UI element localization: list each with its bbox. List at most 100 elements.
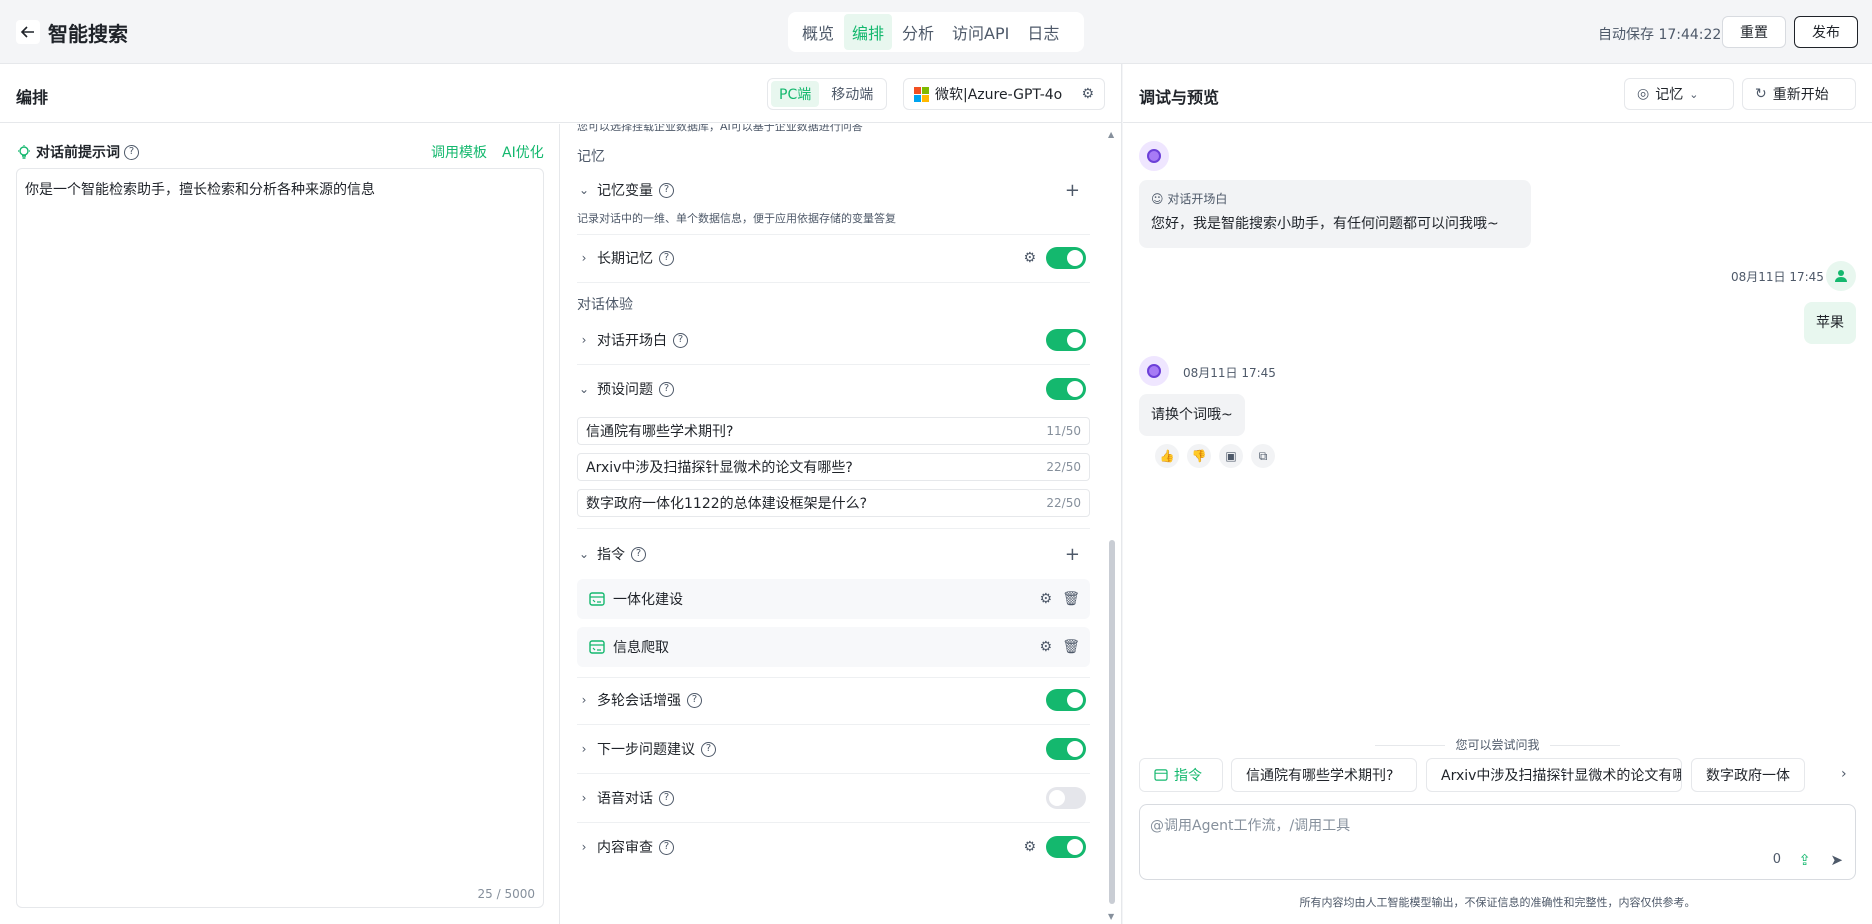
voice-row[interactable]: › 语音对话 ?: [577, 786, 1090, 810]
preset-question-input[interactable]: Arxiv中涉及扫描探针显微术的论文有哪些? 22/50: [577, 453, 1090, 481]
upload-icon[interactable]: ⇪: [1798, 851, 1811, 869]
add-command-icon[interactable]: +: [1065, 544, 1080, 565]
read-aloud-icon[interactable]: ▣: [1219, 444, 1243, 468]
tab-api[interactable]: 访问API: [944, 14, 1017, 50]
suggestion-chip[interactable]: Arxiv中涉及扫描探针显微术的论文有哪些?: [1426, 758, 1682, 792]
audit-toggle[interactable]: [1046, 836, 1086, 858]
preset-question-input[interactable]: 数字政府一体化1122的总体建设框架是什么? 22/50: [577, 489, 1090, 517]
tab-overview[interactable]: 概览: [794, 14, 842, 50]
help-icon[interactable]: ?: [687, 692, 702, 708]
reset-button[interactable]: 重置: [1722, 16, 1786, 48]
template-link[interactable]: 调用模板: [431, 142, 487, 162]
chevron-right-icon[interactable]: ›: [1841, 766, 1847, 782]
app-title: 智能搜索: [48, 22, 128, 46]
help-icon[interactable]: ?: [701, 741, 716, 757]
scrollbar-thumb[interactable]: [1109, 540, 1115, 904]
long-memory-toggle[interactable]: [1046, 247, 1086, 269]
chevron-right-icon[interactable]: ›: [577, 840, 591, 854]
multi-turn-toggle[interactable]: [1046, 689, 1086, 711]
scroll-up-icon[interactable]: ▲: [1108, 130, 1114, 139]
suggestion-chip[interactable]: 信通院有哪些学术期刊?: [1231, 758, 1417, 792]
preset-label: 预设问题: [597, 382, 653, 398]
help-icon[interactable]: ?: [673, 332, 688, 348]
help-icon[interactable]: ?: [659, 182, 674, 198]
chevron-right-icon[interactable]: ›: [577, 693, 591, 707]
memory-button[interactable]: ◎ 记忆 ⌄: [1624, 78, 1734, 110]
gear-icon[interactable]: ⚙: [1023, 250, 1036, 266]
suggestion-chip[interactable]: 数字政府一体: [1691, 758, 1805, 792]
tab-logs[interactable]: 日志: [1019, 14, 1067, 50]
tab-orchestration[interactable]: 编排: [844, 14, 893, 50]
experience-section-title: 对话体验: [577, 297, 633, 313]
chevron-right-icon[interactable]: ›: [577, 791, 591, 805]
editor-panel: 编排 PC端 移动端 微软|Azure-GPT-4o ⚙ 对话前提示词 ? 调用…: [0, 64, 1122, 924]
chevron-right-icon[interactable]: ›: [577, 251, 591, 265]
publish-button[interactable]: 发布: [1794, 16, 1858, 48]
multi-turn-row[interactable]: › 多轮会话增强 ?: [577, 688, 1090, 712]
chevron-right-icon[interactable]: ›: [577, 333, 591, 347]
preset-row[interactable]: ⌄ 预设问题 ?: [577, 377, 1090, 401]
help-icon[interactable]: ?: [659, 839, 674, 855]
preset-question-text: 信通院有哪些学术期刊?: [586, 424, 734, 440]
audit-row[interactable]: › 内容审查 ? ⚙: [577, 835, 1090, 859]
divider: [577, 677, 1090, 678]
help-icon[interactable]: ?: [631, 546, 646, 562]
memory-variable-desc: 记录对话中的一维、单个数据信息，便于应用依据存储的变量答复: [577, 212, 896, 225]
chevron-down-icon[interactable]: ⌄: [577, 547, 591, 561]
platform-pc[interactable]: PC端: [771, 81, 820, 107]
next-suggest-row[interactable]: › 下一步问题建议 ?: [577, 737, 1090, 761]
next-suggest-toggle[interactable]: [1046, 738, 1086, 760]
divider: [577, 282, 1090, 283]
thumbs-down-icon[interactable]: 👎: [1187, 444, 1211, 468]
opening-toggle[interactable]: [1046, 329, 1086, 351]
help-icon[interactable]: ?: [124, 144, 139, 160]
try-asking-text: 您可以尝试问我: [1455, 738, 1540, 752]
platform-mobile[interactable]: 移动端: [823, 81, 881, 107]
microsoft-logo-icon: [914, 86, 929, 102]
config-scrollbar[interactable]: ▲ ▼: [1107, 130, 1117, 921]
model-settings-icon[interactable]: ⚙: [1081, 86, 1094, 102]
back-button[interactable]: [16, 20, 40, 44]
commands-row[interactable]: ⌄ 指令 ? +: [577, 542, 1090, 566]
send-icon[interactable]: ➤: [1830, 851, 1843, 869]
help-icon[interactable]: ?: [659, 790, 674, 806]
preview-title: 调试与预览: [1139, 88, 1220, 107]
memory-variable-label-group: ⌄ 记忆变量 ?: [577, 180, 674, 200]
command-chip[interactable]: 指令: [1139, 758, 1223, 792]
gear-icon[interactable]: ⚙: [1039, 639, 1052, 655]
command-item[interactable]: 信息爬取 ⚙ 🗑: [577, 627, 1090, 667]
thumbs-up-icon[interactable]: 👍: [1155, 444, 1179, 468]
scroll-down-icon[interactable]: ▼: [1108, 912, 1114, 921]
preset-question-input[interactable]: 信通院有哪些学术期刊? 11/50: [577, 417, 1090, 445]
command-item[interactable]: 一体化建设 ⚙ 🗑: [577, 579, 1090, 619]
opening-tag-text: 对话开场白: [1167, 192, 1228, 206]
chevron-down-icon[interactable]: ⌄: [577, 382, 591, 396]
chat-input[interactable]: @调用Agent工作流，/调用工具 0 ⇪ ➤: [1139, 804, 1856, 880]
preset-label-group: ⌄ 预设问题 ?: [577, 379, 674, 399]
help-icon[interactable]: ?: [659, 381, 674, 397]
help-icon[interactable]: ?: [659, 250, 674, 266]
opening-row[interactable]: › 对话开场白 ?: [577, 328, 1090, 352]
gear-icon[interactable]: ⚙: [1023, 839, 1036, 855]
voice-toggle[interactable]: [1046, 787, 1086, 809]
command-chip-label: 指令: [1174, 768, 1202, 784]
memory-variable-row[interactable]: ⌄ 记忆变量 ? +: [577, 179, 1090, 201]
chevron-right-icon[interactable]: ›: [577, 742, 591, 756]
copy-icon[interactable]: ⧉: [1251, 444, 1275, 468]
tab-analysis[interactable]: 分析: [894, 14, 942, 50]
model-selector[interactable]: 微软|Azure-GPT-4o ⚙: [903, 78, 1105, 110]
restart-button[interactable]: ↻ 重新开始: [1742, 78, 1856, 110]
chevron-down-icon[interactable]: ⌄: [577, 183, 591, 197]
preset-toggle[interactable]: [1046, 378, 1086, 400]
prompt-textarea[interactable]: 你是一个智能检索助手，擅长检索和分析各种来源的信息 25 / 5000: [16, 168, 544, 908]
top-bar: 智能搜索 概览 编排 分析 访问API 日志 自动保存 17:44:22 重置 …: [0, 0, 1872, 64]
trash-icon[interactable]: 🗑: [1062, 591, 1080, 607]
gear-icon[interactable]: ⚙: [1039, 591, 1052, 607]
add-icon[interactable]: +: [1065, 180, 1080, 201]
disclaimer: 所有内容均由人工智能模型输出，不保证信息的准确性和完整性，内容仅供参考。: [1299, 896, 1696, 909]
chat-bubble-icon: ☺: [1151, 192, 1164, 206]
long-memory-row[interactable]: › 长期记忆 ? ⚙: [577, 246, 1090, 270]
user-message-time: 08月11日 17:45: [1731, 270, 1824, 284]
ai-optimize-link[interactable]: AI优化: [502, 142, 544, 162]
trash-icon[interactable]: 🗑: [1062, 639, 1080, 655]
